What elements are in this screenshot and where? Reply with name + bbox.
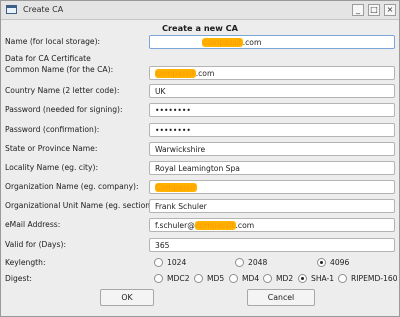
valid-days-label: Valid for (Days): [5,240,67,249]
keylength-4096-option[interactable]: 4096 [317,258,349,267]
digest-md5-option[interactable]: MD5 [194,274,224,283]
digest-md5-label: MD5 [207,274,225,283]
valid-days-value: 365 [155,241,170,250]
password-confirm-label: Password (confirmation): [5,125,100,134]
password-sign-label: Password (needed for signing): [5,105,123,114]
radio-button-icon [154,258,163,267]
digest-ripemd160-label: RIPEMD-160 [351,274,398,283]
digest-md4-option[interactable]: MD4 [229,274,259,283]
digest-md2-option[interactable]: MD2 [263,274,293,283]
organization-label: Organization Name (eg. company): [5,182,139,191]
password-sign-input[interactable]: •••••••• [149,103,395,117]
digest-md4-label: MD4 [242,274,260,283]
common-name-label: Common Name (for the CA): [5,65,114,74]
radio-button-icon [229,274,238,283]
password-confirm-input[interactable]: •••••••• [149,123,395,137]
keylength-4096-label: 4096 [330,258,350,267]
radio-button-icon [154,274,163,283]
digest-label: Digest: [5,274,32,283]
redacted-text: compassit [202,38,243,47]
keylength-2048-label: 2048 [248,258,268,267]
keylength-1024-option[interactable]: 1024 [154,258,186,267]
radio-button-selected-icon [298,274,307,283]
keylength-2048-option[interactable]: 2048 [235,258,267,267]
locality-input[interactable]: Royal Leamington Spa [149,161,395,175]
radio-button-icon [194,274,203,283]
window-app-icon [6,5,17,14]
state-input[interactable]: Warwickshire [149,142,395,156]
digest-mdc2-option[interactable]: MDC2 [154,274,190,283]
valid-days-input[interactable]: 365 [149,238,395,252]
redacted-text: compassit [194,221,236,230]
create-ca-window: Create CA _ □ × Create a new CA Name (fo… [0,0,400,317]
radio-button-selected-icon [317,258,326,267]
local-storage-label: Name (for local storage): [5,37,101,46]
window-title: Create CA [23,5,64,14]
local-storage-input[interactable]: compassit.com [149,35,395,49]
cancel-button[interactable]: Cancel [247,289,315,306]
org-unit-label: Organizational Unit Name (eg. section): [5,201,156,210]
digest-ripemd160-option[interactable]: RIPEMD-160 [338,274,398,283]
maximize-button[interactable]: □ [368,4,380,16]
close-button[interactable]: × [384,4,396,16]
locality-value: Royal Leamington Spa [155,164,240,173]
country-label: Country Name (2 letter code): [5,86,120,95]
password-confirm-value: •••••••• [155,126,191,135]
local-storage-suffix: .com [242,38,262,47]
minimize-button[interactable]: _ [352,4,364,16]
email-label: eMail Address: [5,220,61,229]
email-suffix: .com [235,221,255,230]
org-unit-input[interactable]: Frank Schuler [149,199,395,213]
digest-mdc2-label: MDC2 [167,274,190,283]
radio-button-icon [263,274,272,283]
title-bar: Create CA _ □ × [1,1,399,20]
email-input[interactable]: f.schuler@compassit.com [149,218,395,232]
country-value: UK [155,87,166,96]
keylength-label: Keylength: [5,258,46,267]
state-label: State or Province Name: [5,144,98,153]
keylength-1024-label: 1024 [167,258,187,267]
organization-input[interactable]: Compassit [149,180,395,194]
dialog-heading: Create a new CA [162,23,238,33]
radio-button-icon [235,258,244,267]
email-prefix: f.schuler@ [155,221,195,230]
common-name-suffix: .com [195,69,215,78]
ca-data-section-label: Data for CA Certificate [5,54,91,63]
locality-label: Locality Name (eg. city): [5,163,99,172]
digest-sha1-option[interactable]: SHA-1 [298,274,334,283]
common-name-input[interactable]: compassit.com [149,66,395,80]
state-value: Warwickshire [155,145,206,154]
password-sign-value: •••••••• [155,106,191,115]
redacted-text: Compassit [155,183,197,192]
radio-button-icon [338,274,347,283]
country-input[interactable]: UK [149,84,395,98]
redacted-text: compassit [155,69,196,78]
ok-button[interactable]: OK [100,289,154,306]
digest-sha1-label: SHA-1 [311,274,335,283]
org-unit-value: Frank Schuler [155,202,207,211]
digest-md2-label: MD2 [276,274,294,283]
